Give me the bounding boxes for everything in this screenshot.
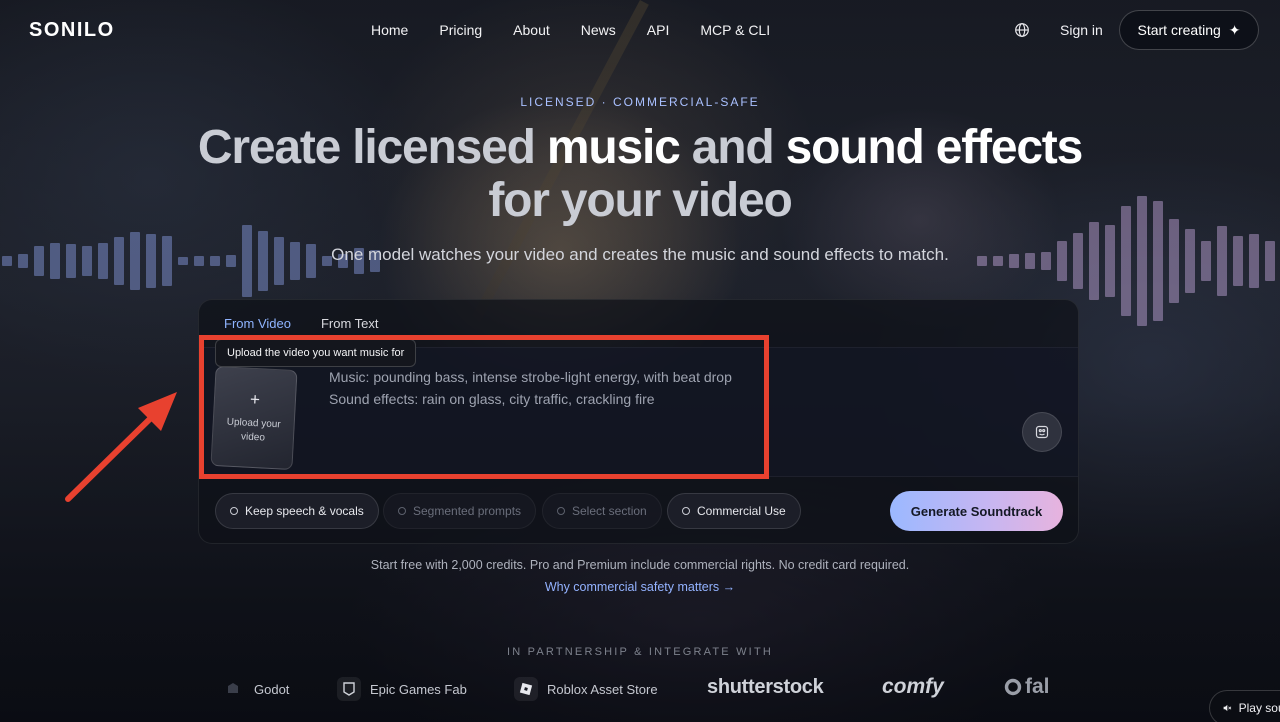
fal-logo-icon [1004, 678, 1022, 696]
toggle-indicator-icon [230, 507, 238, 515]
generate-soundtrack-button[interactable]: Generate Soundtrack [890, 491, 1063, 531]
headline-part-1: Create licensed [197, 121, 547, 174]
partner-epic-games-fab-label: Epic Games Fab [370, 681, 467, 697]
attach-image-button[interactable] [1022, 412, 1062, 452]
nav-mcp-cli[interactable]: MCP & CLI [700, 22, 770, 38]
play-sound-label: Play sound [1238, 701, 1280, 715]
headline-line-2: for your video [488, 174, 792, 227]
soundtrack-composer: From Video From Text + Upload your video… [198, 299, 1079, 544]
select-section-toggle[interactable]: Select section [542, 493, 662, 529]
godot-logo-icon [221, 677, 245, 701]
commercial-use-toggle[interactable]: Commercial Use [667, 493, 801, 529]
nav-home[interactable]: Home [371, 22, 408, 38]
sign-in-link[interactable]: Sign in [1060, 22, 1103, 38]
nav-about[interactable]: About [513, 22, 550, 38]
keep-speech-toggle[interactable]: Keep speech & vocals [215, 493, 379, 529]
why-commercial-safety-link[interactable]: Why commercial safety matters → [545, 580, 735, 594]
globe-icon[interactable] [1014, 22, 1030, 38]
credits-note: Start free with 2,000 credits. Pro and P… [370, 558, 910, 572]
nav-pricing[interactable]: Pricing [439, 22, 482, 38]
toggle-indicator-icon [557, 507, 565, 515]
plus-icon: + [249, 389, 261, 410]
partners-title: IN PARTNERSHIP & INTEGRATE WITH [506, 646, 774, 658]
upload-tooltip: Upload the video you want music for [215, 339, 417, 367]
partner-fal-label: fal [1025, 675, 1050, 698]
segmented-prompts-label: Segmented prompts [413, 504, 522, 518]
partner-comfy-logo: comfy [882, 675, 944, 698]
start-creating-label: Start creating [1137, 22, 1221, 38]
sparkle-icon: ✦ [1228, 21, 1241, 38]
tab-from-text[interactable]: From Text [321, 316, 379, 331]
select-section-label: Select section [572, 504, 647, 518]
play-sound-button[interactable]: Play sound [1209, 690, 1280, 722]
partner-epic-games-fab: Epic Games Fab [337, 676, 467, 702]
nav-news[interactable]: News [581, 22, 616, 38]
start-creating-button[interactable]: Start creating ✦ [1119, 10, 1259, 50]
image-icon [1035, 425, 1049, 439]
commercial-use-label: Commercial Use [697, 504, 786, 518]
partner-roblox: Roblox Asset Store [514, 676, 658, 702]
hero-subtitle: One model watches your video and creates… [331, 245, 949, 264]
partner-roblox-label: Roblox Asset Store [547, 681, 658, 697]
roblox-logo-icon [514, 677, 538, 701]
keep-speech-label: Keep speech & vocals [245, 504, 364, 518]
source-tabs: From Video From Text [224, 316, 379, 331]
site-header: SONILO Home Pricing About News API MCP &… [0, 0, 1280, 60]
headline-part-2: music [546, 121, 681, 174]
hero-eyebrow: LICENSED · COMMERCIAL-SAFE [520, 95, 760, 109]
main-nav: Home Pricing About News API MCP & CLI [371, 22, 801, 38]
hero-headline: Create licensed music and sound effects … [0, 121, 1280, 227]
toggle-indicator-icon [682, 507, 690, 515]
logo[interactable]: SONILO [29, 19, 115, 42]
upload-video-label: Upload your video [226, 416, 281, 444]
prompt-input[interactable] [329, 366, 989, 456]
why-commercial-link-row: Why commercial safety matters → [0, 580, 1280, 594]
partner-fal-logo: fal [1003, 675, 1050, 699]
partner-godot-label: Godot [254, 681, 290, 697]
headline-part-4: sound effects [785, 121, 1084, 174]
upload-video-card[interactable]: + Upload your video [210, 365, 298, 471]
segmented-prompts-toggle[interactable]: Segmented prompts [383, 493, 537, 529]
headline-part-3: and [679, 121, 786, 174]
partner-godot: Godot [221, 676, 289, 702]
nav-api[interactable]: API [647, 22, 670, 38]
toggle-indicator-icon [398, 507, 406, 515]
speaker-muted-icon [1223, 704, 1232, 712]
epic-games-logo-icon [337, 677, 361, 701]
partner-shutterstock-logo: shutterstock [707, 676, 824, 698]
tab-from-video[interactable]: From Video [224, 316, 291, 331]
